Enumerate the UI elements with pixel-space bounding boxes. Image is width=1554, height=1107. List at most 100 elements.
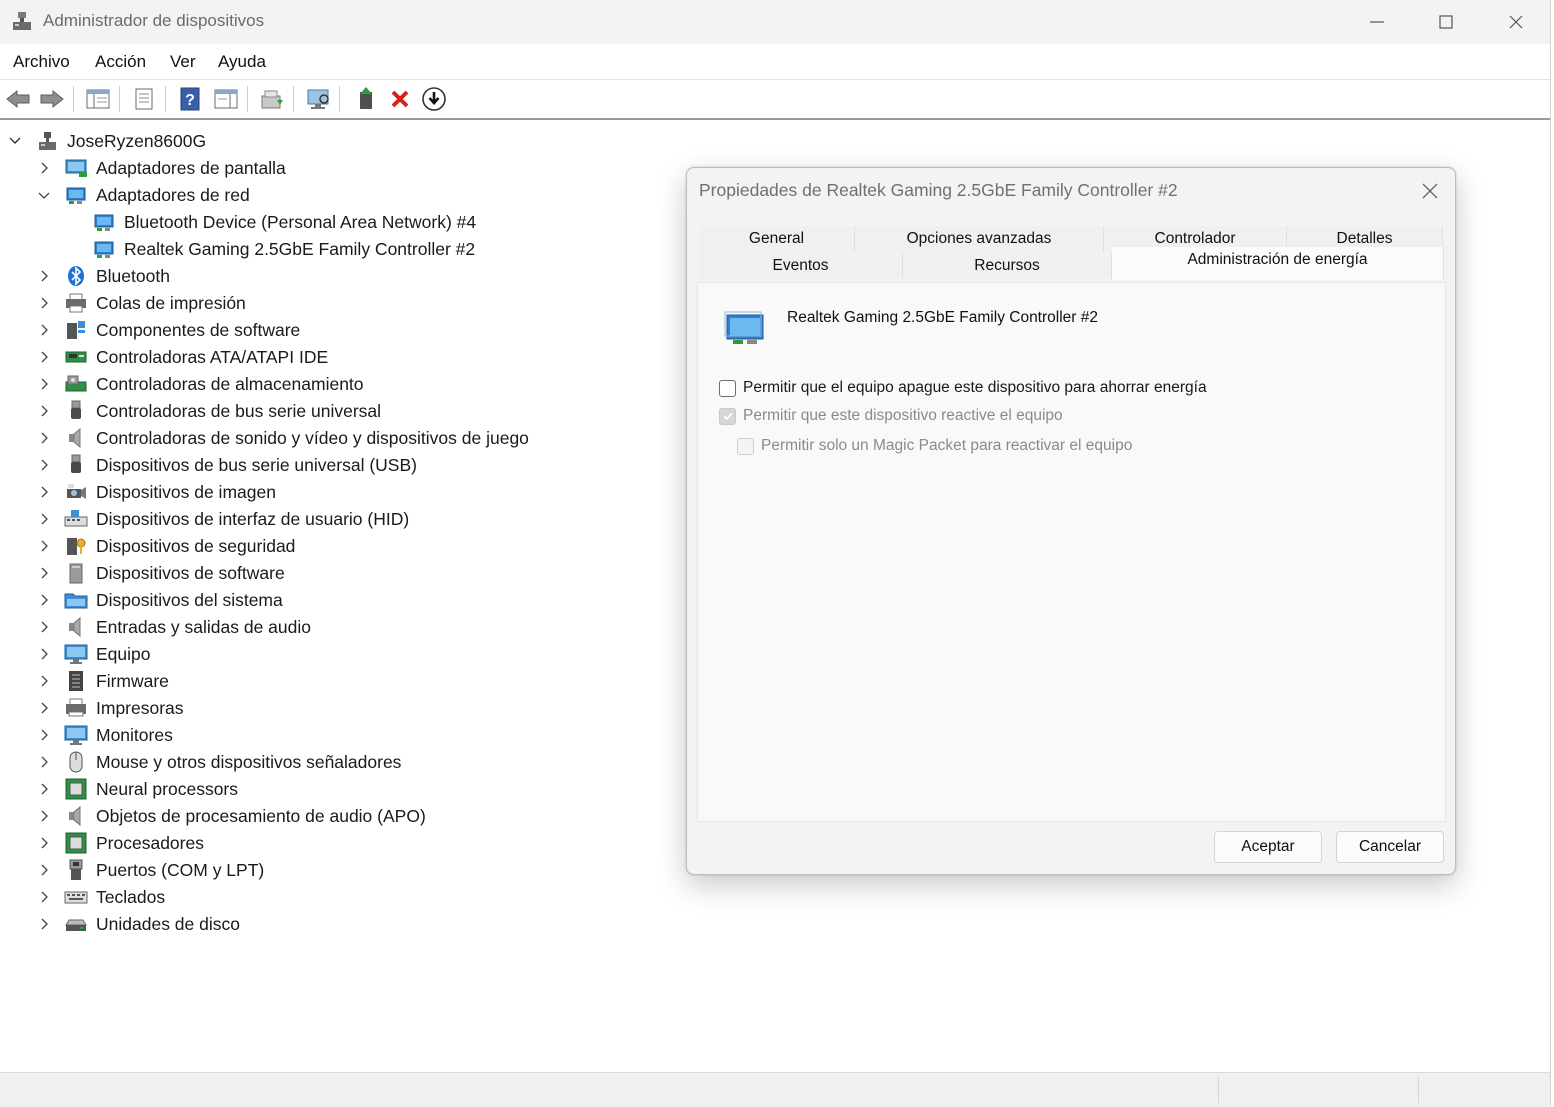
minimize-button[interactable] [1343, 0, 1411, 44]
chevron-right-icon[interactable] [38, 567, 50, 579]
help-button[interactable]: ? [175, 85, 205, 113]
chevron-right-icon[interactable] [38, 432, 50, 444]
tree-category[interactable]: Controladoras de sonido y vídeo y dispos… [38, 425, 529, 451]
show-action-pane-button[interactable] [211, 85, 241, 113]
disable-device-button[interactable] [419, 85, 449, 113]
allow-power-off-option[interactable]: Permitir que el equipo apague este dispo… [719, 379, 1207, 397]
tree-category-label: Controladoras de sonido y vídeo y dispos… [96, 427, 529, 448]
chevron-right-icon[interactable] [38, 702, 50, 714]
tree-category[interactable]: Dispositivos de interfaz de usuario (HID… [38, 506, 409, 532]
chevron-right-icon[interactable] [38, 891, 50, 903]
chevron-down-icon[interactable] [9, 135, 21, 147]
tree-category[interactable]: Mouse y otros dispositivos señaladores [38, 749, 401, 775]
chevron-right-icon[interactable] [38, 378, 50, 390]
chevron-right-icon[interactable] [38, 351, 50, 363]
tree-category[interactable]: Controladoras de almacenamiento [38, 371, 364, 397]
menu-ver[interactable]: Ver [170, 52, 196, 72]
properties-button[interactable] [129, 85, 159, 113]
uninstall-device-button[interactable] [385, 85, 415, 113]
chevron-right-icon[interactable] [38, 594, 50, 606]
speaker-icon [64, 805, 88, 827]
chevron-right-icon[interactable] [38, 270, 50, 282]
update-driver-button[interactable] [257, 85, 287, 113]
tree-category-label: Teclados [96, 886, 166, 907]
enable-device-button[interactable] [351, 85, 381, 113]
tree-device[interactable]: Bluetooth Device (Personal Area Network)… [92, 209, 476, 235]
tree-category[interactable]: Controladoras de bus serie universal [38, 398, 381, 424]
forward-button[interactable] [37, 85, 67, 113]
tab-administracion-energia[interactable]: Administración de energía [1112, 247, 1444, 280]
tree-category[interactable]: Neural processors [38, 776, 238, 802]
tree-category[interactable]: Equipo [38, 641, 151, 667]
chevron-right-icon[interactable] [38, 783, 50, 795]
software-component-icon [64, 319, 88, 341]
chevron-right-icon[interactable] [38, 729, 50, 741]
tree-category-label: Adaptadores de pantalla [96, 157, 286, 178]
tree-category[interactable]: Dispositivos de imagen [38, 479, 276, 505]
tree-category[interactable]: Puertos (COM y LPT) [38, 857, 264, 883]
tree-category[interactable]: Firmware [38, 668, 169, 694]
chevron-right-icon[interactable] [38, 621, 50, 633]
tree-category[interactable]: Dispositivos de bus serie universal (USB… [38, 452, 417, 478]
chevron-right-icon[interactable] [38, 756, 50, 768]
tree-category[interactable]: Bluetooth [38, 263, 170, 289]
properties-dialog: Propiedades de Realtek Gaming 2.5GbE Fam… [686, 167, 1456, 875]
scan-hardware-changes-button[interactable] [303, 85, 333, 113]
tree-category[interactable]: Teclados [38, 884, 165, 910]
bluetooth-icon [64, 265, 88, 287]
chevron-right-icon[interactable] [38, 324, 50, 336]
tree-category[interactable]: Adaptadores de pantalla [38, 155, 286, 181]
dialog-close-button[interactable] [1417, 178, 1443, 204]
network-adapter-icon [92, 238, 116, 260]
tab-general[interactable]: General [699, 226, 855, 252]
chevron-right-icon[interactable] [38, 459, 50, 471]
chevron-right-icon[interactable] [38, 918, 50, 930]
tree-category[interactable]: Entradas y salidas de audio [38, 614, 311, 640]
chevron-right-icon[interactable] [38, 297, 50, 309]
ok-button[interactable]: Aceptar [1214, 831, 1322, 863]
allow-power-off-checkbox[interactable] [719, 379, 736, 397]
tree-category[interactable]: Monitores [38, 722, 173, 748]
minimize-icon [1370, 21, 1384, 23]
chevron-down-icon[interactable] [38, 189, 50, 201]
chevron-right-icon[interactable] [38, 648, 50, 660]
tree-category[interactable]: Unidades de disco [38, 911, 240, 937]
chevron-right-icon[interactable] [38, 810, 50, 822]
tree-category[interactable]: Componentes de software [38, 317, 300, 343]
network-adapter-icon [723, 307, 769, 347]
tab-eventos[interactable]: Eventos [699, 253, 903, 279]
chevron-right-icon[interactable] [38, 540, 50, 552]
tree-device[interactable]: Realtek Gaming 2.5GbE Family Controller … [92, 236, 475, 262]
tree-category[interactable]: Objetos de procesamiento de audio (APO) [38, 803, 426, 829]
back-button[interactable] [3, 85, 33, 113]
maximize-button[interactable] [1412, 0, 1480, 44]
tree-root[interactable]: JoseRyzen8600G [9, 128, 206, 154]
tree-category[interactable]: Dispositivos del sistema [38, 587, 283, 613]
action-pane-icon [214, 89, 238, 109]
tree-device-label: Bluetooth Device (Personal Area Network)… [124, 211, 477, 232]
chevron-right-icon[interactable] [38, 162, 50, 174]
tree-category[interactable]: Dispositivos de seguridad [38, 533, 295, 559]
tree-category[interactable]: Colas de impresión [38, 290, 246, 316]
chevron-right-icon[interactable] [38, 486, 50, 498]
menu-archivo[interactable]: Archivo [13, 52, 70, 72]
chevron-right-icon[interactable] [38, 864, 50, 876]
menu-ayuda[interactable]: Ayuda [218, 52, 266, 72]
keyboard-icon [64, 886, 88, 908]
tree-category[interactable]: Adaptadores de red [38, 182, 250, 208]
menu-accion[interactable]: Acción [95, 52, 146, 72]
chevron-right-icon[interactable] [38, 513, 50, 525]
chevron-right-icon[interactable] [38, 675, 50, 687]
tree-category[interactable]: Procesadores [38, 830, 204, 856]
chevron-right-icon[interactable] [38, 405, 50, 417]
close-window-button[interactable] [1482, 0, 1550, 44]
tab-recursos[interactable]: Recursos [903, 253, 1112, 279]
chevron-right-icon[interactable] [38, 837, 50, 849]
tab-opciones-avanzadas[interactable]: Opciones avanzadas [855, 226, 1104, 252]
show-hide-console-tree-button[interactable] [83, 85, 113, 113]
tree-category[interactable]: Dispositivos de software [38, 560, 285, 586]
tree-device-label: Realtek Gaming 2.5GbE Family Controller … [124, 238, 476, 259]
tree-category[interactable]: Impresoras [38, 695, 184, 721]
tree-category[interactable]: Controladoras ATA/ATAPI IDE [38, 344, 328, 370]
cancel-button[interactable]: Cancelar [1336, 831, 1444, 863]
